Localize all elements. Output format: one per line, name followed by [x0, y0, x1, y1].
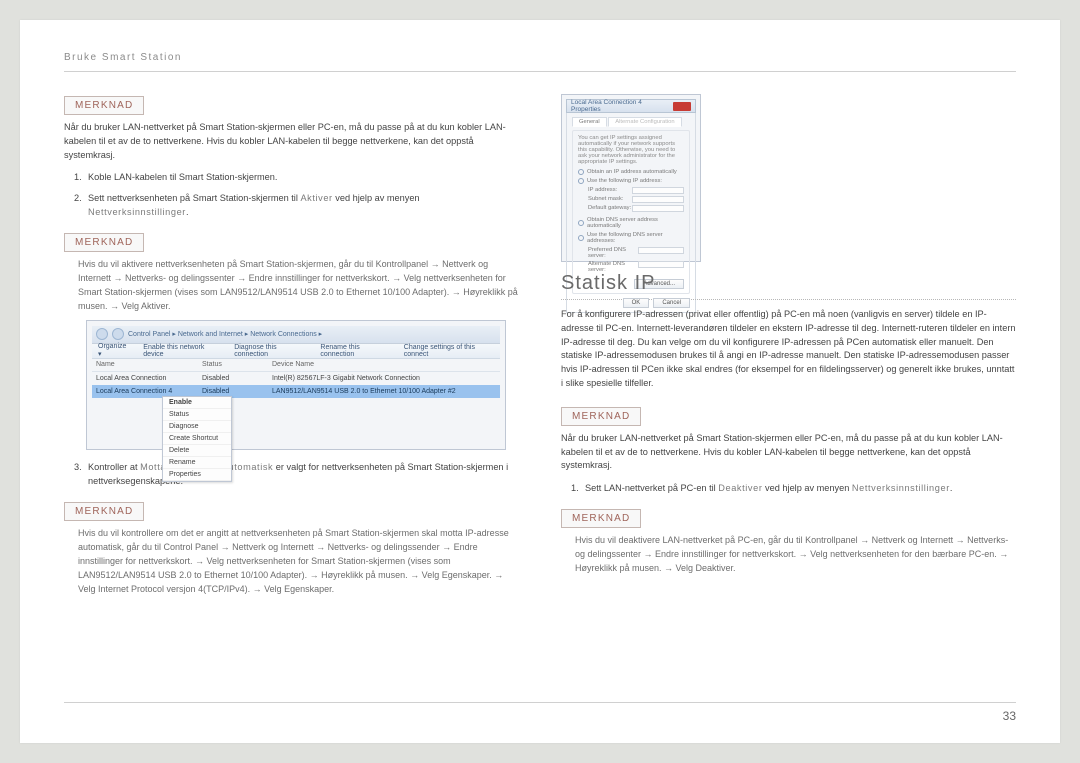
ip-input: [638, 247, 684, 254]
radio-static-ip: Use the following IP address:: [578, 178, 684, 184]
forward-icon: [112, 328, 124, 340]
step-text: Kontroller at Motta IP-adresse automatis…: [88, 460, 519, 489]
tab-general: General: [572, 117, 607, 127]
close-icon: [673, 102, 691, 111]
note-badge: MERKNAD: [64, 233, 144, 252]
list-row-selected: Local Area Connection 4 Disabled LAN9512…: [92, 385, 500, 398]
context-menu-item: Rename: [163, 457, 231, 469]
ip-fields: IP address: Subnet mask: Default gateway…: [588, 187, 684, 212]
radio-icon: [578, 169, 584, 175]
step-2: 2. Sett nettverksenheten på Smart Statio…: [74, 191, 519, 220]
radio-icon: [578, 235, 584, 241]
warning-text: Når du bruker LAN-nettverket på Smart St…: [64, 121, 519, 162]
dialog-group: You can get IP settings assigned automat…: [572, 130, 690, 294]
ip-input: [632, 205, 684, 212]
cancel-button: Cancel: [653, 298, 690, 308]
radio-auto-ip: Obtain an IP address automatically: [578, 169, 684, 175]
radio-static-dns: Use the following DNS server addresses:: [578, 232, 684, 244]
context-menu-item: Properties: [163, 469, 231, 481]
radio-auto-dns: Obtain DNS server address automatically: [578, 217, 684, 229]
tab-alt: Alternate Configuration: [608, 117, 681, 127]
note-badge: MERKNAD: [64, 502, 144, 521]
dns-fields: Preferred DNS server: Alternate DNS serv…: [588, 247, 684, 273]
step-1: 1. Koble LAN-kabelen til Smart Station-s…: [74, 170, 519, 184]
list-header: Name Status Device Name: [92, 359, 500, 372]
radio-icon: [578, 178, 584, 184]
ip-input: [638, 261, 684, 268]
left-column: MERKNAD Når du bruker LAN-nettverket på …: [64, 88, 519, 603]
note-badge: MERKNAD: [64, 96, 144, 115]
context-menu-item: Create Shortcut: [163, 433, 231, 445]
ip-input: [632, 187, 684, 194]
context-menu: Enable Status Diagnose Create Shortcut D…: [162, 396, 232, 482]
breadcrumb: Control Panel ▸ Network and Internet ▸ N…: [128, 330, 322, 338]
document-page: Bruke Smart Station MERKNAD Når du bruke…: [20, 20, 1060, 743]
step-3: 3. Kontroller at Motta IP-adresse automa…: [74, 460, 519, 489]
ok-button: OK: [623, 298, 650, 308]
page-number: 33: [64, 702, 1016, 723]
step-text: Koble LAN-kabelen til Smart Station-skje…: [88, 170, 519, 184]
window-nav-bar: Control Panel ▸ Network and Internet ▸ N…: [92, 326, 500, 344]
dialog-titlebar: Local Area Connection 4 Properties: [566, 99, 696, 113]
step-text: Sett nettverksenheten på Smart Station-s…: [88, 191, 519, 220]
section-intro: For å konfigurere IP-adressen (privat el…: [561, 308, 1016, 391]
dialog-description: You can get IP settings assigned automat…: [578, 135, 684, 165]
ip-input: [632, 196, 684, 203]
two-column-layout: MERKNAD Når du bruker LAN-nettverket på …: [64, 88, 1016, 603]
section-title: Statisk IP: [561, 272, 1016, 295]
note-badge: MERKNAD: [561, 509, 641, 528]
warning-text: Når du bruker LAN-nettverket på Smart St…: [561, 432, 1016, 473]
note-text: Hvis du vil kontrollere om det er angitt…: [78, 527, 519, 597]
toolbar-item: Rename this connection: [320, 344, 389, 358]
note-badge: MERKNAD: [561, 407, 641, 426]
radio-icon: [578, 220, 584, 226]
step-text: Sett LAN-nettverket på PC-en til Deaktiv…: [585, 481, 1016, 495]
toolbar-item: Enable this network device: [143, 344, 220, 358]
window-toolbar: Organize ▾ Enable this network device Di…: [92, 344, 500, 359]
list-row: Local Area Connection Disabled Intel(R) …: [92, 372, 500, 385]
step-number: 3.: [74, 460, 88, 489]
toolbar-item: Diagnose this connection: [234, 344, 306, 358]
context-menu-item: Delete: [163, 445, 231, 457]
ipv4-properties-screenshot: Local Area Connection 4 Properties Gener…: [561, 94, 701, 262]
step-number: 1.: [74, 170, 88, 184]
network-connections-screenshot: Control Panel ▸ Network and Internet ▸ N…: [86, 320, 506, 450]
right-column: Local Area Connection 4 Properties Gener…: [561, 88, 1016, 603]
toolbar-item: Organize ▾: [98, 343, 129, 358]
step-1: 1. Sett LAN-nettverket på PC-en til Deak…: [571, 481, 1016, 495]
dialog-title: Local Area Connection 4 Properties: [571, 99, 673, 113]
note-text: Hvis du vil deaktivere LAN-nettverket på…: [575, 534, 1016, 576]
step-number: 2.: [74, 191, 88, 220]
context-menu-item: Diagnose: [163, 421, 231, 433]
note-text: Hvis du vil aktivere nettverksenheten på…: [78, 258, 519, 314]
page-header: Bruke Smart Station: [64, 52, 1016, 72]
back-icon: [96, 328, 108, 340]
context-menu-item: Status: [163, 409, 231, 421]
toolbar-item: Change settings of this connect: [404, 344, 494, 358]
context-menu-item: Enable: [163, 397, 231, 409]
step-number: 1.: [571, 481, 585, 495]
